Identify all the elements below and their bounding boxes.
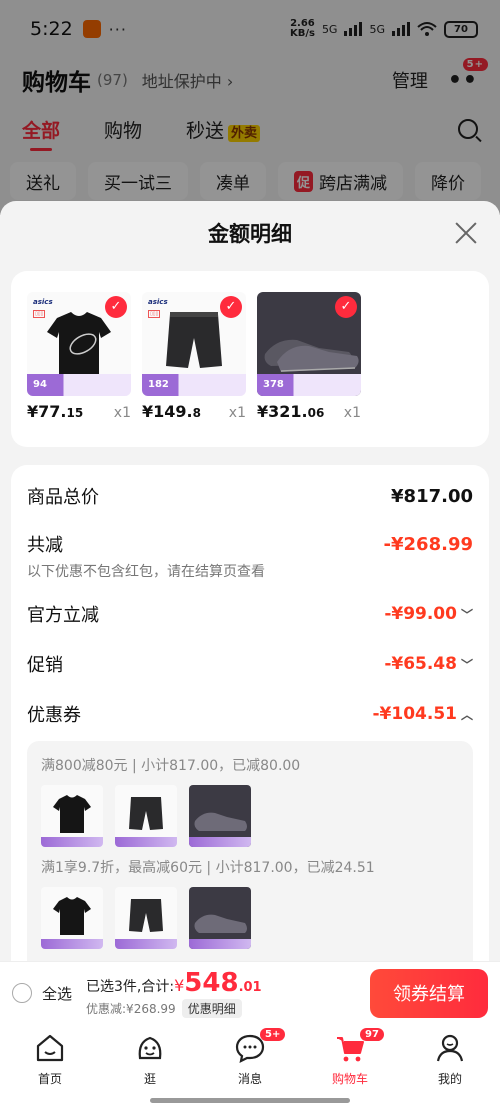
checkout-button[interactable]: 领券结算 (370, 968, 488, 1018)
selected-check-icon: ✓ (335, 296, 357, 318)
price-strip: 182 (142, 374, 246, 396)
discount-note: 以下优惠不包含红包，请在结算页查看 (27, 564, 265, 580)
promo-row[interactable]: 促销 -¥65.48 ﹀ (27, 651, 473, 677)
product-price: ¥321.06 (257, 402, 325, 421)
total-row: 商品总价 ¥817.00 (27, 483, 473, 509)
selected-check-icon: ✓ (220, 296, 242, 318)
home-indicator (150, 1098, 350, 1103)
product-thumb (115, 887, 177, 949)
sheet-header: 金额明细 (0, 201, 500, 265)
cart-badge: 97 (360, 1028, 384, 1041)
total-label: 商品总价 (27, 487, 99, 508)
total-value: ¥817.00 (391, 485, 473, 507)
product-thumb (41, 785, 103, 847)
promo-value: -¥65.48 ﹀ (384, 654, 473, 674)
select-all-label[interactable]: 全选 (42, 983, 72, 1004)
coupon-rule: 满800减80元 | 小计817.00，已减80.00 (41, 758, 301, 774)
product-item[interactable]: ✓ 378 ¥321.06 x1 (257, 292, 361, 447)
product-thumb (41, 887, 103, 949)
product-image: asics ▯▯▯ ✓ 182 (142, 292, 246, 396)
product-image: asics ▯▯▯ ✓ 94 (27, 292, 131, 396)
price-summary: 商品总价 ¥817.00 共减 -¥268.99 以下优惠不包含红包，请在结算页… (11, 465, 489, 961)
browse-icon (138, 1036, 162, 1060)
product-thumb (189, 887, 251, 949)
chevron-up-icon: ︿ (460, 708, 473, 722)
saved-amount: 优惠减:¥268.99 (86, 1002, 176, 1016)
official-value: -¥99.00 ﹀ (384, 604, 473, 624)
selected-check-icon: ✓ (105, 296, 127, 318)
official-discount-row[interactable]: 官方立减 -¥99.00 ﹀ (27, 601, 473, 627)
product-thumb (115, 785, 177, 847)
currency-symbol: ¥ (174, 976, 185, 995)
price-strip: 94 (27, 374, 131, 396)
coupon-row[interactable]: 优惠券 -¥104.51 ︿ (27, 701, 473, 727)
coupon-rule: 满1享9.7折，最高减60元 | 小计817.00，已减24.51 (41, 860, 375, 876)
coupon-label: 优惠券 (27, 705, 81, 726)
discount-detail-button[interactable]: 优惠明细 (181, 999, 242, 1018)
home-icon (36, 1034, 64, 1062)
product-price: ¥149.8 (142, 402, 201, 421)
amount-detail-sheet: 金额明细 asics ▯▯▯ ✓ 94 ¥77.15x1 asics ▯▯▯ (0, 201, 500, 961)
product-thumb (189, 785, 251, 847)
product-qty: x1 (343, 405, 361, 421)
nav-profile[interactable]: 我的 (400, 1032, 500, 1111)
product-item[interactable]: asics ▯▯▯ ✓ 182 ¥149.8 x1 (142, 292, 246, 447)
chevron-down-icon: ﹀ (460, 608, 473, 622)
price-strip: 378 (257, 374, 361, 396)
product-qty: x1 (113, 405, 131, 421)
product-price: ¥77.15 (27, 402, 84, 421)
close-icon[interactable] (454, 221, 478, 245)
coupon-products (41, 785, 459, 847)
product-item[interactable]: asics ▯▯▯ ✓ 94 ¥77.15 x1 (27, 292, 131, 447)
coupon-products (41, 887, 459, 949)
total-amount-decimal: .01 (238, 980, 262, 995)
dim-overlay[interactable] (0, 0, 500, 215)
total-summary: 已选3件,合计: ¥ 548 .01 优惠减:¥268.99 优惠明细 (86, 968, 262, 1018)
profile-icon (436, 1034, 464, 1062)
discount-value: -¥268.99 (383, 533, 473, 555)
selected-products: asics ▯▯▯ ✓ 94 ¥77.15 x1 asics ▯▯▯ ✓ 182… (11, 271, 489, 447)
messages-badge: 5+ (260, 1028, 286, 1041)
product-qty: x1 (228, 405, 246, 421)
discount-label: 共减 (27, 535, 63, 556)
nav-home[interactable]: 首页 (0, 1032, 100, 1111)
chevron-down-icon: ﹀ (460, 658, 473, 672)
product-image: ✓ 378 (257, 292, 361, 396)
coupon-details: 满800减80元 | 小计817.00，已减80.00 满1享9.7折，最高减6… (27, 741, 473, 961)
checkout-bar: 全选 已选3件,合计: ¥ 548 .01 优惠减:¥268.99 优惠明细 领… (0, 961, 500, 1024)
select-all-radio[interactable] (12, 983, 32, 1003)
promo-label: 促销 (27, 655, 63, 676)
total-amount: 548 (184, 968, 239, 998)
official-label: 官方立减 (27, 605, 99, 626)
discount-row: 共减 -¥268.99 (27, 531, 473, 557)
sheet-title: 金额明细 (208, 222, 292, 246)
coupon-value: -¥104.51 ︿ (372, 704, 473, 724)
selected-text: 已选3件,合计: (86, 979, 175, 995)
